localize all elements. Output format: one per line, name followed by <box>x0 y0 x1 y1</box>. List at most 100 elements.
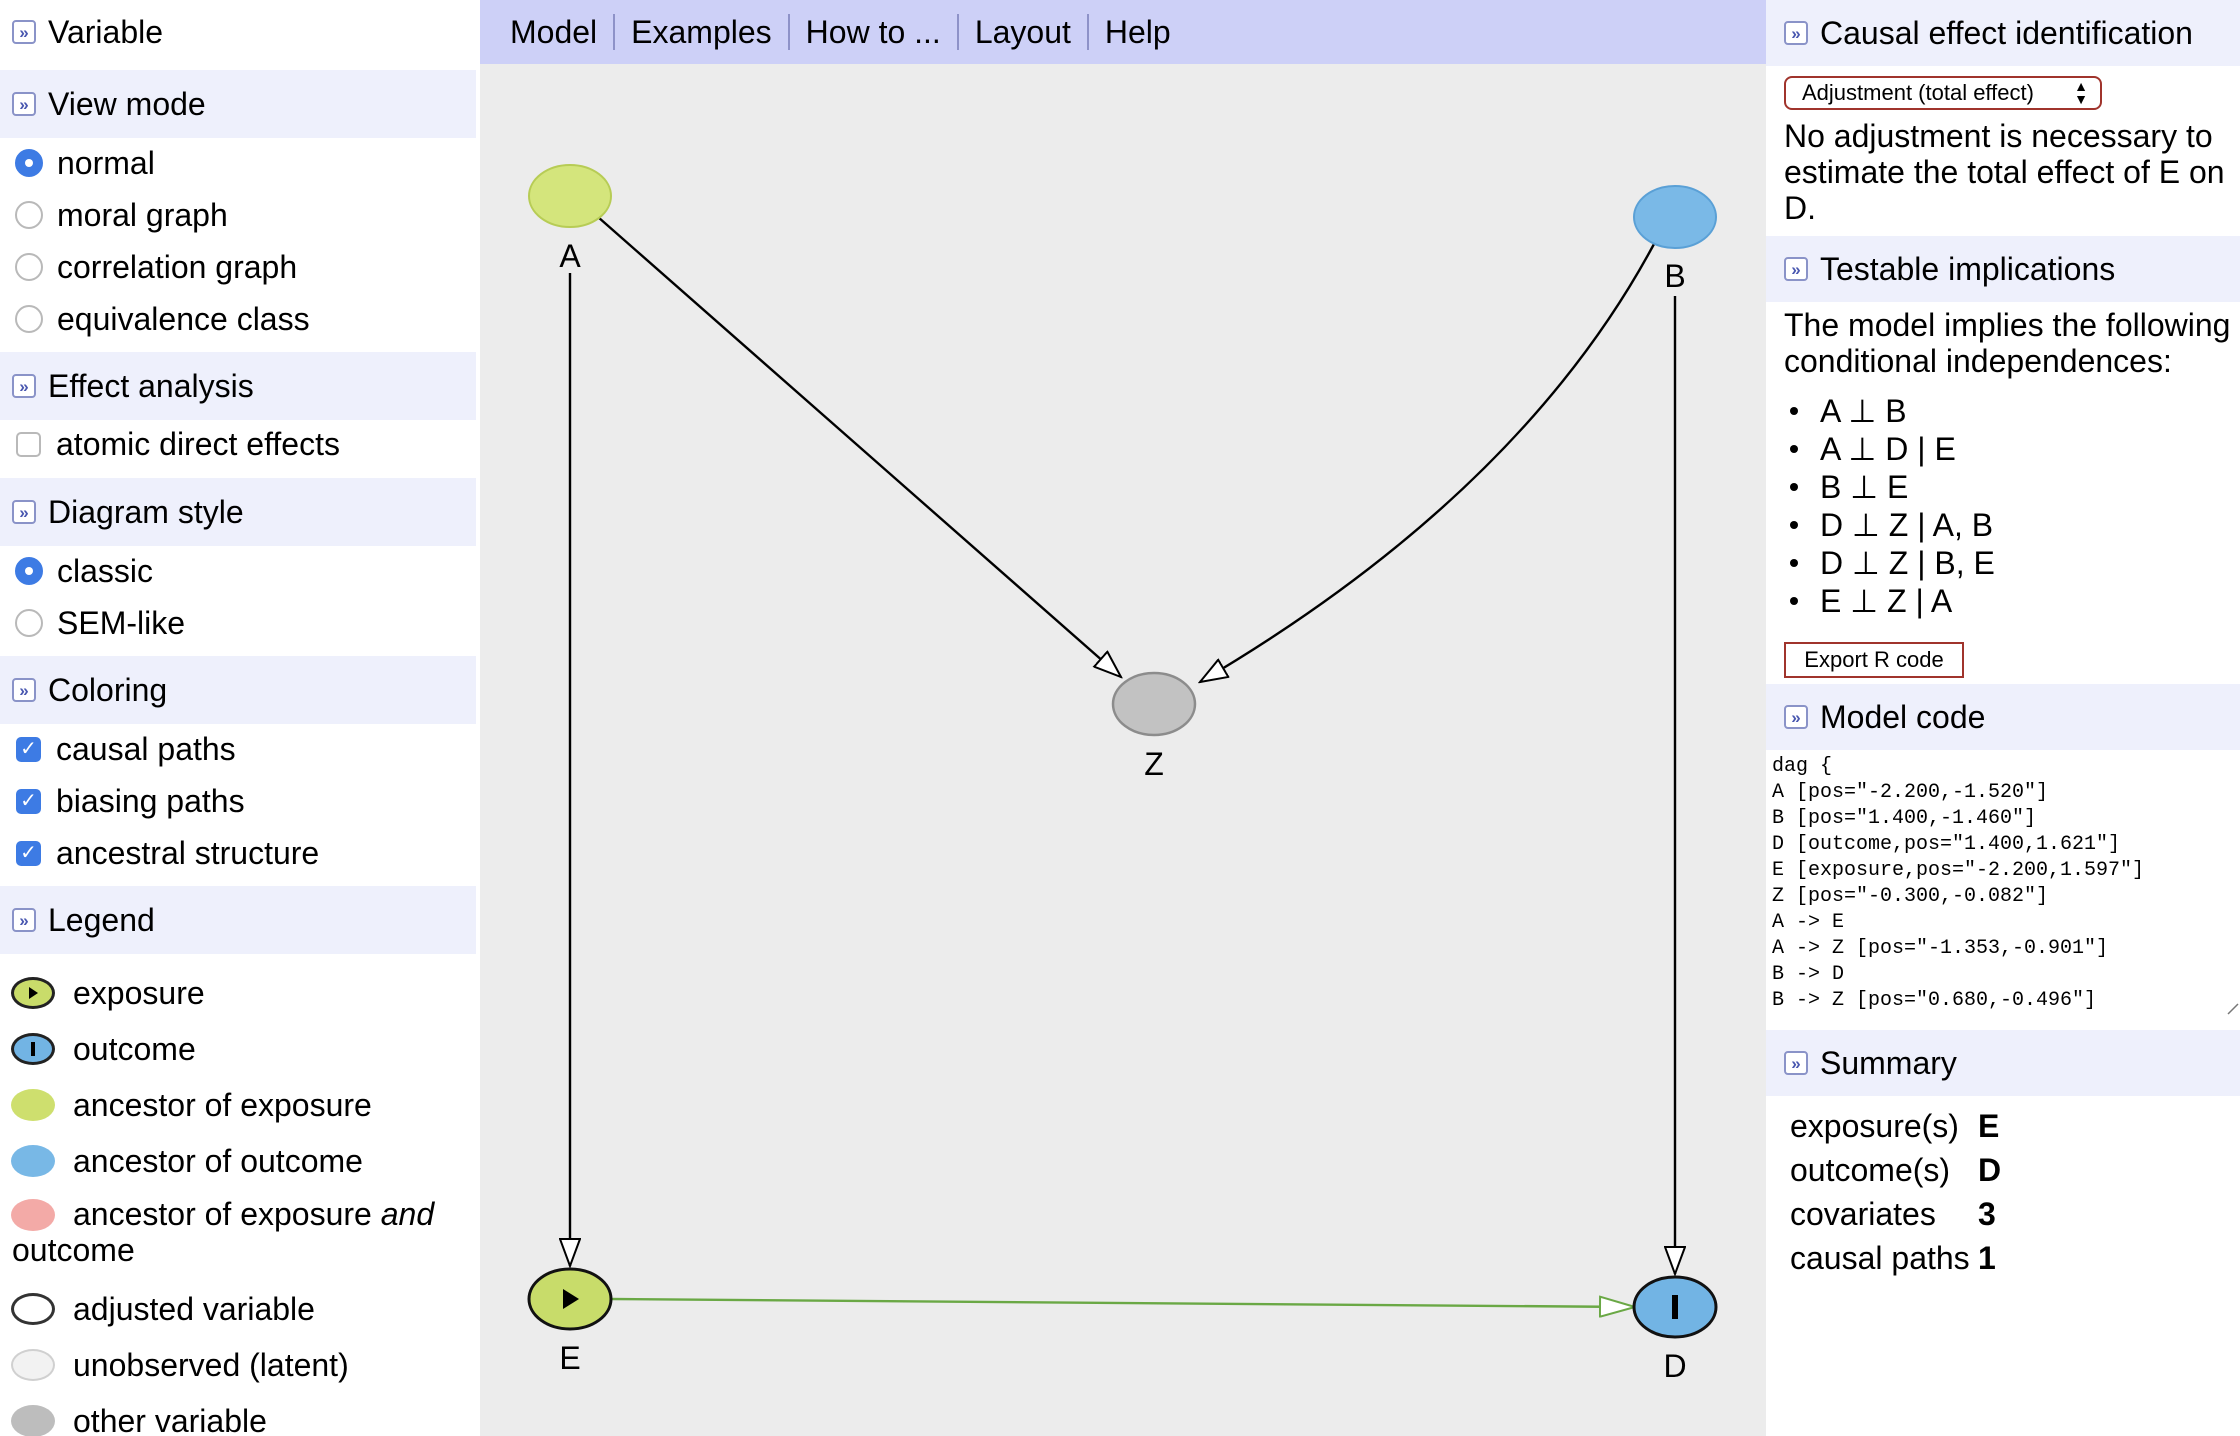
legend-label: ancestor of exposure <box>73 1086 372 1123</box>
view-mode-option-moral[interactable]: moral graph <box>0 190 228 240</box>
adjusted-swatch-icon <box>11 1293 55 1325</box>
model-code-textarea[interactable]: dag { A [pos="-2.200,-1.520"] B [pos="1.… <box>1772 754 2234 1014</box>
diagram-canvas[interactable]: A B Z E D <box>480 64 1766 1436</box>
coloring-header[interactable]: » Coloring <box>0 656 476 724</box>
node-z[interactable]: Z <box>1111 671 1197 782</box>
model-code-label: Model code <box>1820 698 1986 735</box>
collapse-icon[interactable]: » <box>12 678 36 702</box>
node-b[interactable]: B <box>1633 185 1717 294</box>
node-a[interactable]: A <box>528 164 612 274</box>
legend-label: other variable <box>73 1402 267 1436</box>
radio-icon[interactable] <box>15 305 43 333</box>
legend-item-adjusted: adjusted variable <box>0 1284 315 1334</box>
collapse-icon[interactable]: » <box>12 908 36 932</box>
summary-key: covariates <box>1790 1196 1936 1232</box>
menu-how-to[interactable]: How to ... <box>790 14 959 50</box>
ancestor-outcome-swatch-icon <box>11 1145 55 1177</box>
checkbox-icon[interactable]: ✓ <box>16 788 41 814</box>
legend-item-other: other variable <box>0 1396 267 1436</box>
view-mode-option-equivalence[interactable]: equivalence class <box>0 294 310 344</box>
checkbox-icon[interactable] <box>16 431 41 457</box>
node-e-label: E <box>559 1340 580 1376</box>
implication-item: D ⊥ Z | B, E <box>1784 544 1995 582</box>
coloring-option-biasing[interactable]: ✓ biasing paths <box>0 776 245 826</box>
causal-effect-header[interactable]: » Causal effect identification <box>1766 0 2240 66</box>
menu-examples[interactable]: Examples <box>615 14 790 50</box>
variable-section-header[interactable]: » Variable <box>0 0 476 64</box>
resize-handle-icon[interactable] <box>2226 1002 2240 1016</box>
causal-text-line: No adjustment is necessary to <box>1784 118 2213 154</box>
legend-label: Legend <box>48 901 155 938</box>
edge-e-d-causal[interactable] <box>610 1299 1635 1307</box>
option-label: SEM-like <box>57 604 186 641</box>
radio-icon[interactable] <box>15 253 43 281</box>
node-d-label: D <box>1663 1348 1686 1384</box>
expand-icon[interactable]: » <box>12 20 36 44</box>
radio-icon[interactable] <box>15 201 43 229</box>
select-arrows-icon: ▲ ▼ <box>2074 78 2088 107</box>
radio-icon[interactable] <box>15 609 43 637</box>
option-label: causal paths <box>56 730 236 767</box>
testable-implications-header[interactable]: » Testable implications <box>1766 236 2240 302</box>
option-label: moral graph <box>57 196 228 233</box>
legend-header[interactable]: » Legend <box>0 886 476 954</box>
collapse-icon[interactable]: » <box>1784 21 1808 45</box>
legend-label: exposure <box>73 974 205 1011</box>
collapse-icon[interactable]: » <box>12 500 36 524</box>
coloring-option-ancestral[interactable]: ✓ ancestral structure <box>0 828 319 878</box>
legend-item-ancestor-both: ancestor of exposure and outcome <box>0 1196 470 1268</box>
summary-value: D <box>1978 1152 2002 1188</box>
legend-label-emph: and <box>380 1196 435 1232</box>
model-code-header[interactable]: » Model code <box>1766 684 2240 750</box>
implication-item: B ⊥ E <box>1784 468 1995 506</box>
menu-layout[interactable]: Layout <box>959 14 1089 50</box>
legend-label: ancestor of outcome <box>73 1142 363 1179</box>
ancestor-exposure-swatch-icon <box>11 1089 55 1121</box>
collapse-icon[interactable]: » <box>1784 257 1808 281</box>
legend-label: unobserved (latent) <box>73 1346 349 1383</box>
node-a-label: A <box>559 238 581 274</box>
menu-bar: Model Examples How to ... Layout Help <box>480 0 1766 64</box>
other-swatch-icon <box>11 1405 55 1436</box>
effect-analysis-header[interactable]: » Effect analysis <box>0 352 476 420</box>
ancestor-both-swatch-icon <box>11 1199 55 1231</box>
option-label: ancestral structure <box>56 834 320 871</box>
coloring-option-causal[interactable]: ✓ causal paths <box>0 724 236 774</box>
checkbox-icon[interactable]: ✓ <box>16 840 41 866</box>
radio-icon[interactable] <box>15 149 43 177</box>
checkbox-icon[interactable]: ✓ <box>16 736 41 762</box>
summary-header[interactable]: » Summary <box>1766 1030 2240 1096</box>
edge-a-z[interactable] <box>597 216 1121 677</box>
diagram-style-header[interactable]: » Diagram style <box>0 478 476 546</box>
testable-text-line: The model implies the following <box>1784 307 2231 343</box>
variable-header-label: Variable <box>48 13 164 50</box>
atomic-direct-effects-option[interactable]: atomic direct effects <box>0 419 340 469</box>
collapse-icon[interactable]: » <box>1784 1051 1808 1075</box>
diagram-style-option-classic[interactable]: classic <box>0 546 153 596</box>
collapse-icon[interactable]: » <box>12 92 36 116</box>
legend-item-outcome: outcome <box>0 1024 196 1074</box>
edge-b-z[interactable] <box>1200 243 1656 682</box>
node-d-outcome[interactable]: D <box>1632 1275 1718 1384</box>
export-r-code-button[interactable]: Export R code <box>1784 642 1964 678</box>
view-mode-label: View mode <box>48 85 206 122</box>
view-mode-option-normal[interactable]: normal <box>0 138 155 188</box>
menu-model[interactable]: Model <box>480 14 616 50</box>
view-mode-option-correlation[interactable]: correlation graph <box>0 242 297 292</box>
node-e-exposure[interactable]: E <box>527 1267 613 1376</box>
menu-help[interactable]: Help <box>1089 14 1187 50</box>
radio-icon[interactable] <box>15 557 43 585</box>
option-label: biasing paths <box>56 782 245 819</box>
summary-value: 1 <box>1978 1240 1996 1276</box>
adjustment-select[interactable]: Adjustment (total effect) ▲ ▼ <box>1784 76 2102 110</box>
collapse-icon[interactable]: » <box>12 374 36 398</box>
effect-analysis-label: Effect analysis <box>48 367 254 404</box>
causal-effect-label: Causal effect identification <box>1820 14 2193 51</box>
collapse-icon[interactable]: » <box>1784 705 1808 729</box>
implications-list: A ⊥ B A ⊥ D | E B ⊥ E D ⊥ Z | A, B D ⊥ Z… <box>1784 392 1995 620</box>
implication-item: A ⊥ D | E <box>1784 430 1995 468</box>
diagram-style-option-sem[interactable]: SEM-like <box>0 598 185 648</box>
coloring-label: Coloring <box>48 671 168 708</box>
dag-diagram[interactable]: A B Z E D <box>480 64 1766 1436</box>
view-mode-header[interactable]: » View mode <box>0 70 476 138</box>
